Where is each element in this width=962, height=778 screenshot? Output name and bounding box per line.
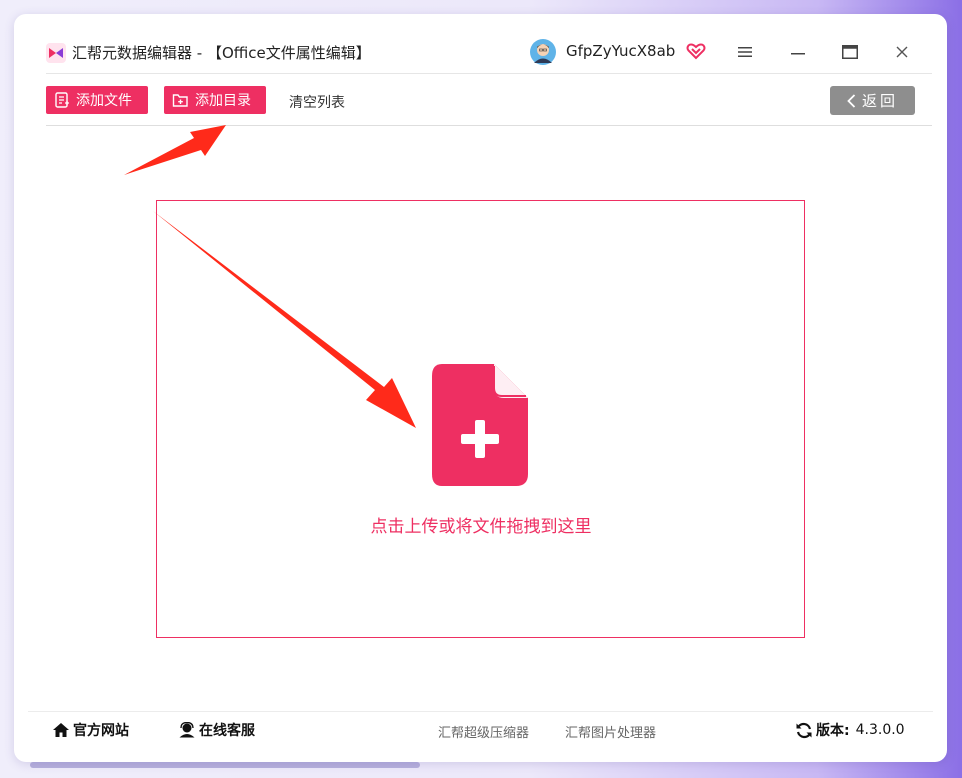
title-bar: 汇帮元数据编辑器 - 【Office文件属性编辑】 GfpZyYucX8ab (14, 14, 947, 74)
clear-list-button[interactable]: 清空列表 (289, 92, 345, 112)
add-directory-button[interactable]: 添加目录 (164, 86, 266, 114)
add-file-label: 添加文件 (76, 93, 132, 109)
image-tool-link[interactable]: 汇帮图片处理器 (565, 722, 656, 741)
arrow-to-add-directory (124, 125, 226, 175)
app-logo-icon (46, 43, 66, 63)
toolbar-divider (46, 125, 932, 126)
maximize-button[interactable] (832, 36, 868, 68)
vip-heart-icon[interactable] (686, 41, 706, 61)
username[interactable]: GfpZyYucX8ab (566, 42, 675, 60)
file-add-icon[interactable] (432, 364, 528, 486)
version-label: 版本: (816, 723, 850, 739)
online-service-label: 在线客服 (199, 723, 255, 739)
drop-hint-text: 点击上传或将文件拖拽到这里 (370, 517, 592, 537)
back-label: 返回 (861, 92, 898, 110)
compressor-link[interactable]: 汇帮超级压缩器 (438, 722, 529, 741)
online-service-link[interactable]: 在线客服 (178, 720, 255, 740)
hamburger-icon (738, 47, 752, 57)
home-icon (53, 723, 69, 737)
title-divider (46, 73, 932, 74)
official-site-link[interactable]: 官方网站 (52, 720, 129, 740)
official-site-label: 官方网站 (73, 723, 129, 739)
user-avatar-icon[interactable] (530, 39, 556, 65)
footer-divider (28, 711, 933, 712)
close-button[interactable] (884, 36, 920, 68)
minimize-button[interactable] (780, 36, 816, 68)
version-value: 4.3.0.0 (855, 722, 905, 738)
window-title: 汇帮元数据编辑器 - 【Office文件属性编辑】 (72, 44, 371, 62)
document-list-icon (55, 92, 69, 108)
refresh-icon (796, 722, 812, 738)
version-info[interactable]: 版本: 4.3.0.0 (795, 720, 905, 740)
close-icon (896, 46, 908, 58)
headset-user-icon (179, 722, 195, 738)
folder-add-icon (172, 94, 188, 107)
back-button[interactable]: 返回 (830, 86, 915, 115)
chevron-left-icon (847, 93, 856, 108)
taskbar-strip (30, 762, 420, 768)
add-directory-label: 添加目录 (195, 93, 251, 109)
app-window: 汇帮元数据编辑器 - 【Office文件属性编辑】 GfpZyYucX8ab 添… (14, 14, 947, 762)
menu-button[interactable] (727, 36, 763, 68)
maximize-icon (842, 45, 858, 59)
minimize-icon (791, 53, 805, 55)
add-file-button[interactable]: 添加文件 (46, 86, 148, 114)
